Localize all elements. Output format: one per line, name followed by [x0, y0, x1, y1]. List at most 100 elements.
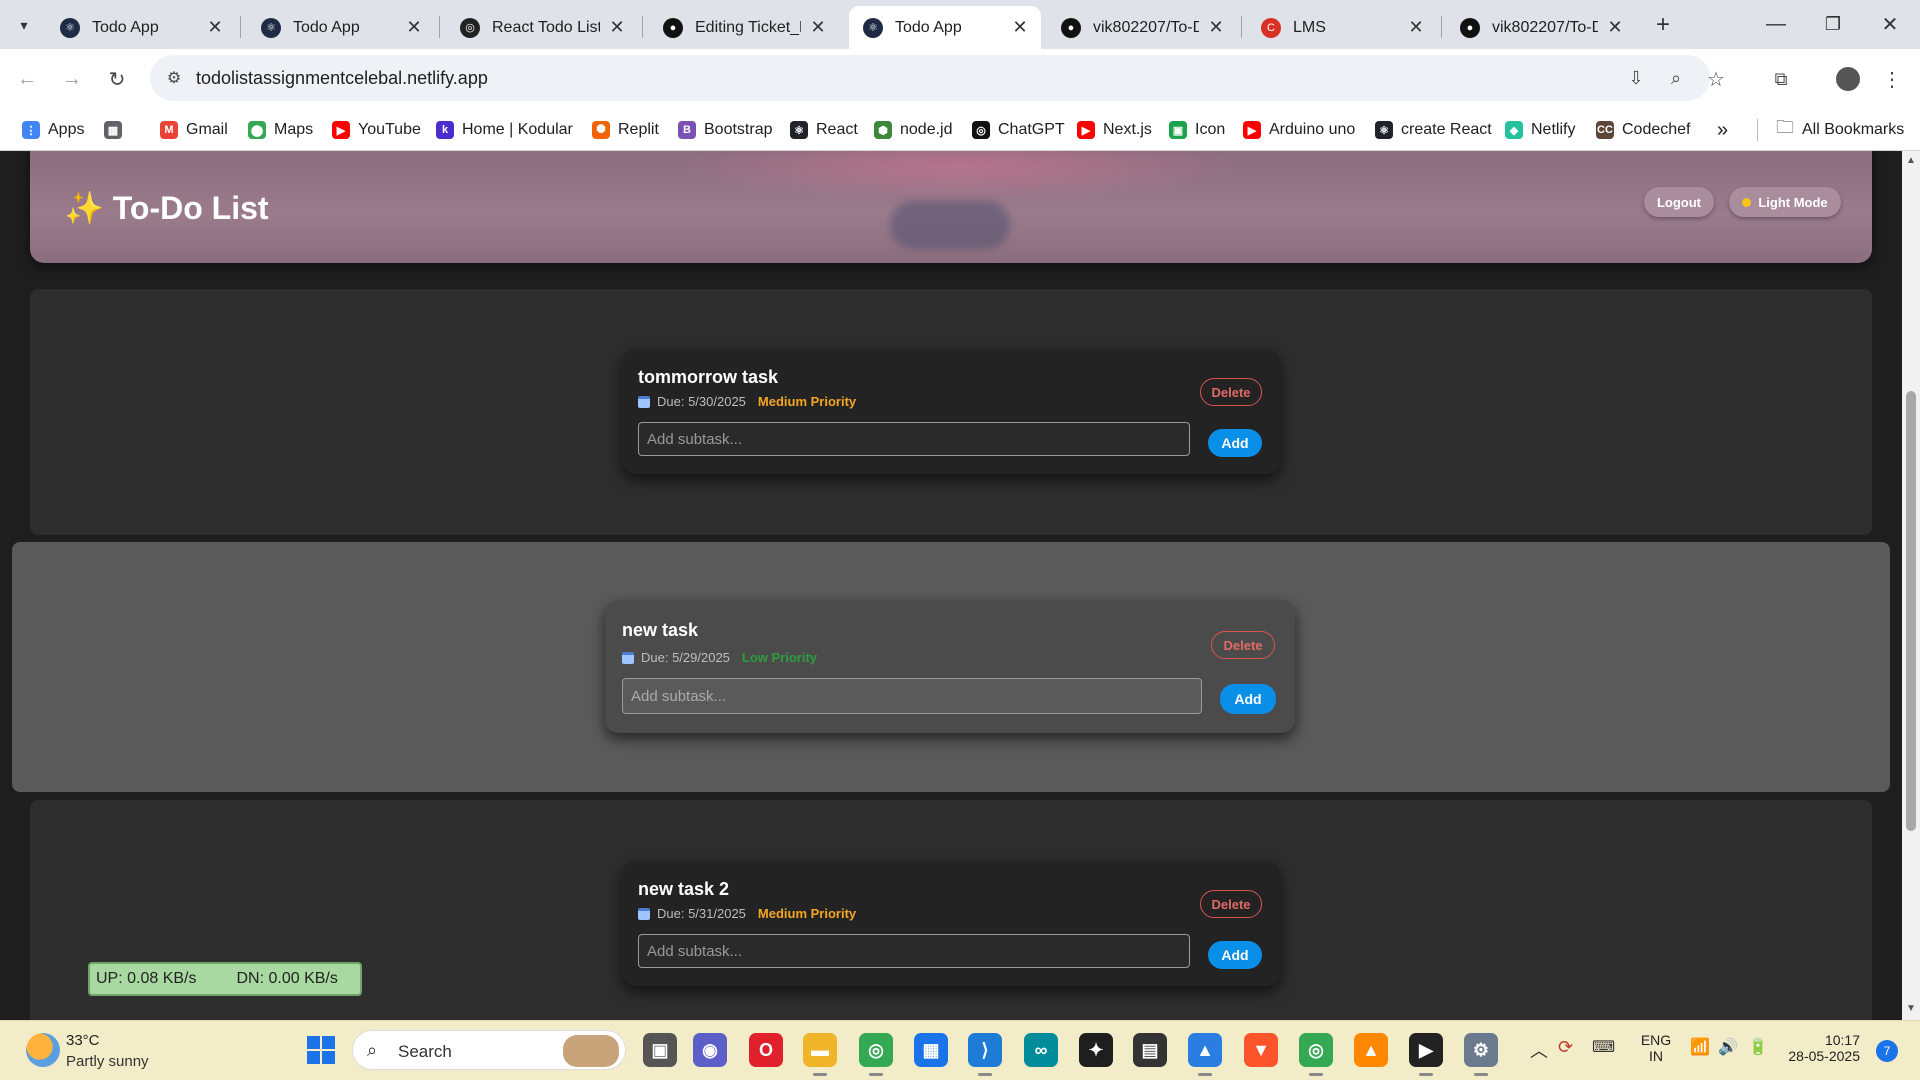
opera-icon[interactable]: O [749, 1033, 783, 1067]
bookmark-item[interactable]: ⯃ Replit [592, 109, 659, 151]
address-bar[interactable]: ⚙ todolistassignmentcelebal.netlify.app … [150, 55, 1710, 101]
volume-icon[interactable]: 🔊 [1718, 1037, 1738, 1057]
clock[interactable]: 10:17 28-05-2025 [1788, 1032, 1860, 1064]
logout-button[interactable]: Logout [1644, 187, 1714, 217]
minimize-icon[interactable]: — [1760, 8, 1792, 40]
bookmark-item[interactable]: ▦ [104, 109, 130, 151]
tab-close-icon[interactable]: ✕ [405, 17, 423, 38]
bookmark-item[interactable]: k Home | Kodular [436, 109, 573, 151]
delete-button[interactable]: Delete [1211, 631, 1275, 659]
zoom-icon[interactable]: ⌕ [1660, 62, 1692, 94]
scroll-down-icon[interactable]: ▼ [1906, 1003, 1916, 1014]
tab-strip: ▾ ⚛ Todo App ✕ ⚛ Todo App ✕ ◎ React Todo List A… [0, 0, 1920, 49]
windows-start-icon[interactable] [304, 1033, 338, 1067]
bookmark-item[interactable]: ▶ Next.js [1077, 109, 1152, 151]
menu-kebab-icon[interactable]: ⋮ [1876, 63, 1908, 95]
scrollbar-thumb[interactable] [1906, 391, 1916, 831]
taskbar-search[interactable]: ⌕ Search [352, 1030, 626, 1070]
browser-tab[interactable]: ⚛ Todo App ✕ [247, 6, 435, 49]
new-tab-icon[interactable]: + [1647, 9, 1679, 41]
bookmark-item[interactable]: B Bootstrap [678, 109, 772, 151]
bookmarks-overflow-icon[interactable]: » [1717, 109, 1728, 151]
bookmark-item[interactable]: ⚛ React [790, 109, 858, 151]
page-viewport: ✨ To-Do List Logout Light Mode tommorrow… [0, 151, 1902, 1020]
running-indicator [1419, 1073, 1433, 1076]
profile-avatar[interactable] [1832, 63, 1864, 95]
tab-close-icon[interactable]: ✕ [1606, 17, 1624, 38]
back-icon[interactable]: ← [11, 63, 43, 95]
tab-separator [1441, 16, 1442, 38]
bookmark-item[interactable]: ⬢ node.jd [874, 109, 953, 151]
bookmark-item[interactable]: CC Codechef [1596, 109, 1691, 151]
extensions-icon[interactable]: ⧉ [1765, 63, 1797, 95]
wifi-icon[interactable]: 📶 [1690, 1037, 1710, 1057]
add-subtask-button[interactable]: Add [1208, 941, 1262, 969]
window-close-icon[interactable]: ✕ [1874, 8, 1906, 40]
browser-toolbar: ← → ↻ ⚙ todolistassignmentcelebal.netlif… [0, 49, 1920, 109]
subtask-input[interactable]: Add subtask... [638, 422, 1190, 456]
notification-badge[interactable]: 7 [1876, 1040, 1898, 1062]
vscode-icon[interactable]: ⟩ [968, 1033, 1002, 1067]
bookmark-item[interactable]: ▣ Icon [1169, 109, 1225, 151]
task-view-icon[interactable]: ▣ [643, 1033, 677, 1067]
device-icon[interactable]: ▤ [1133, 1033, 1167, 1067]
add-subtask-button[interactable]: Add [1220, 684, 1276, 714]
browser-tab[interactable]: ◎ React Todo List A ✕ [446, 6, 638, 49]
tab-close-icon[interactable]: ✕ [206, 17, 224, 38]
bookmark-star-icon[interactable]: ☆ [1700, 63, 1732, 95]
arduino-icon[interactable]: ∞ [1024, 1033, 1058, 1067]
light-mode-button[interactable]: Light Mode [1729, 187, 1841, 217]
sync-icon[interactable]: ⟳ [1558, 1037, 1573, 1058]
weather-icon[interactable] [26, 1033, 60, 1067]
browser-tab[interactable]: ⚛ Todo App ✕ [46, 6, 236, 49]
browser-tab[interactable]: ● vik802207/To-Do ✕ [1446, 6, 1636, 49]
todo-app-icon[interactable]: ▲ [1188, 1033, 1222, 1067]
browser-tab[interactable]: ● Editing Ticket_Bo ✕ [649, 6, 839, 49]
chrome-alt-icon[interactable]: ◎ [1299, 1033, 1333, 1067]
chrome-icon[interactable]: ◎ [859, 1033, 893, 1067]
bookmark-item[interactable]: ◆ Netlify [1505, 109, 1575, 151]
tab-close-icon[interactable]: ✕ [1407, 17, 1425, 38]
meet-icon[interactable]: ◉ [693, 1033, 727, 1067]
restore-icon[interactable]: ❐ [1817, 8, 1849, 40]
bookmark-item[interactable]: ▶ YouTube [332, 109, 421, 151]
tab-close-icon[interactable]: ✕ [1011, 17, 1029, 38]
all-bookmarks-button[interactable]: 🗀 All Bookmarks [1776, 109, 1904, 151]
tab-close-icon[interactable]: ✕ [809, 17, 827, 38]
figma-icon[interactable]: ✦ [1079, 1033, 1113, 1067]
tab-close-icon[interactable]: ✕ [608, 17, 626, 38]
brave-icon[interactable]: ▼ [1244, 1033, 1278, 1067]
battery-icon[interactable]: 🔋 [1748, 1037, 1768, 1057]
page-scrollbar[interactable]: ▲ ▼ [1902, 151, 1920, 1020]
add-subtask-button[interactable]: Add [1208, 429, 1262, 457]
keyboard-icon[interactable]: ⌨ [1592, 1037, 1615, 1057]
file-explorer-icon[interactable]: ▬ [803, 1033, 837, 1067]
reload-icon[interactable]: ↻ [101, 63, 133, 95]
lang-indicator[interactable]: ENG IN [1639, 1032, 1673, 1064]
tab-separator [1241, 16, 1242, 38]
settings-icon[interactable]: ⚙ [1464, 1033, 1498, 1067]
bookmark-item[interactable]: ⋮ Apps [22, 109, 84, 151]
vlc-icon[interactable]: ▲ [1354, 1033, 1388, 1067]
subtask-input[interactable]: Add subtask... [638, 934, 1190, 968]
bookmark-item[interactable]: ⚛ create React [1375, 109, 1492, 151]
media-player-icon[interactable]: ▶ [1409, 1033, 1443, 1067]
site-info-icon[interactable]: ⚙ [158, 62, 190, 94]
browser-tab[interactable]: C LMS ✕ [1247, 6, 1437, 49]
bookmark-item[interactable]: ⬤ Maps [248, 109, 313, 151]
delete-button[interactable]: Delete [1200, 890, 1262, 918]
scroll-up-icon[interactable]: ▲ [1906, 155, 1916, 166]
forward-icon[interactable]: → [56, 63, 88, 95]
bookmark-item[interactable]: M Gmail [160, 109, 228, 151]
tray-chevron-icon[interactable]: ︿ [1530, 1037, 1548, 1063]
install-app-icon[interactable]: ⇩ [1620, 62, 1652, 94]
browser-tab[interactable]: ● vik802207/To-Do ✕ [1047, 6, 1237, 49]
bookmark-item[interactable]: ▶ Arduino uno [1243, 109, 1355, 151]
delete-button[interactable]: Delete [1200, 378, 1262, 406]
store-icon[interactable]: ▦ [914, 1033, 948, 1067]
bookmark-item[interactable]: ◎ ChatGPT [972, 109, 1065, 151]
tab-search-chevron-icon[interactable]: ▾ [8, 9, 40, 41]
browser-tab[interactable]: ⚛ Todo App ✕ [849, 6, 1041, 49]
subtask-input[interactable]: Add subtask... [622, 678, 1202, 714]
tab-close-icon[interactable]: ✕ [1207, 17, 1225, 38]
